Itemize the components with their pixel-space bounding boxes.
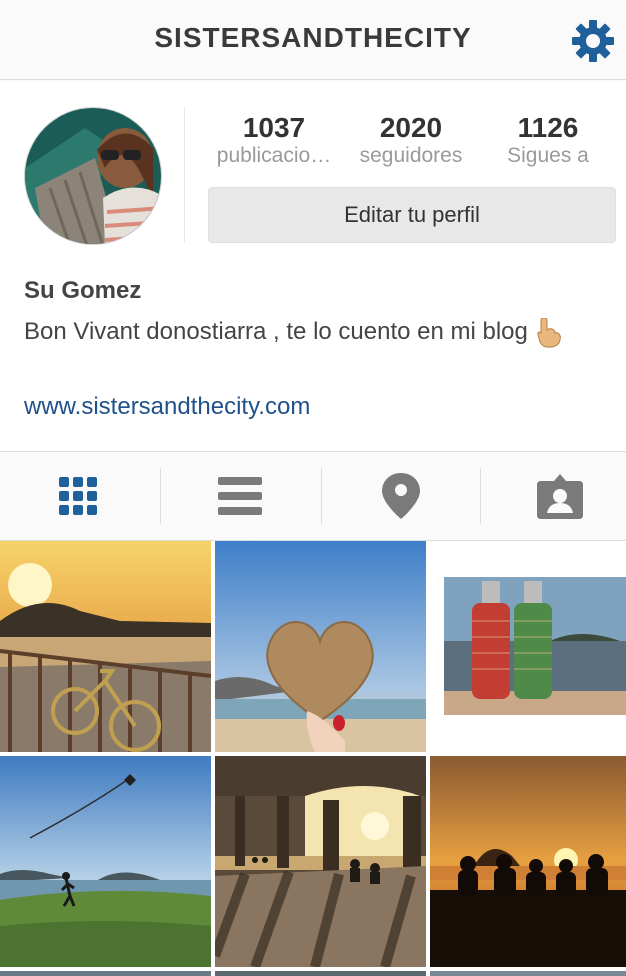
photo-tile-arcade[interactable]: [215, 756, 426, 967]
list-icon: [218, 477, 262, 515]
tab-list[interactable]: [162, 452, 318, 540]
tab-divider: [160, 468, 161, 524]
location-pin-icon: [382, 473, 420, 519]
stat-posts[interactable]: 1037 publicacio…: [206, 113, 342, 169]
tab-divider: [321, 468, 322, 524]
photo-grid: [0, 541, 626, 976]
tagged-photos-icon: [537, 474, 583, 519]
photo-tile-silhouettes[interactable]: [430, 756, 626, 967]
gear-icon[interactable]: [570, 18, 616, 64]
profile-username-title: SISTERSANDTHECITY: [154, 22, 472, 53]
posts-label: publicacio…: [216, 144, 332, 167]
photo-tile-heart-potato[interactable]: [215, 541, 426, 752]
profile-header: 1037 publicacio… 2020 seguidores 1126 Si…: [0, 81, 626, 451]
grid-icon: [59, 477, 97, 515]
bio-text: Bon Vivant donostiarra , te lo cuento en…: [24, 318, 528, 345]
photo-tile-sunset-promenade[interactable]: [0, 541, 211, 752]
photo-tile-soda-siphons[interactable]: [430, 541, 626, 752]
avatar-divider: [184, 107, 185, 243]
tab-divider: [480, 468, 481, 524]
tab-tagged[interactable]: [482, 452, 626, 540]
photo-tile-partial[interactable]: [0, 971, 211, 976]
avatar[interactable]: [24, 107, 162, 245]
edit-profile-button[interactable]: Editar tu perfil: [208, 187, 616, 243]
tab-places[interactable]: [323, 452, 479, 540]
top-nav-bar: SISTERSANDTHECITY: [0, 0, 626, 80]
photo-tile-partial[interactable]: [215, 971, 426, 976]
profile-name: Su Gomez: [24, 277, 142, 304]
website-link[interactable]: www.sistersandthecity.com: [24, 393, 310, 421]
stat-following[interactable]: 1126 Sigues a: [480, 113, 616, 169]
photo-tile-kite[interactable]: [0, 756, 211, 967]
followers-count: 2020: [379, 112, 443, 143]
instagram-profile-screen: SISTERSANDTHECITY 1037 publicacio… 2020 …: [0, 0, 626, 976]
stat-followers[interactable]: 2020 seguidores: [343, 113, 479, 169]
following-label: Sigues a: [507, 144, 589, 167]
profile-stats: 1037 publicacio… 2020 seguidores 1126 Si…: [206, 113, 616, 173]
tab-grid[interactable]: [0, 452, 156, 540]
photo-tile-partial[interactable]: [430, 971, 626, 976]
pointing-down-hand-icon: [535, 317, 561, 348]
followers-label: seguidores: [359, 144, 463, 167]
profile-tab-bar: [0, 451, 626, 541]
posts-count: 1037: [242, 112, 306, 143]
following-count: 1126: [517, 112, 579, 143]
profile-bio: Bon Vivant donostiarra , te lo cuento en…: [24, 315, 584, 349]
